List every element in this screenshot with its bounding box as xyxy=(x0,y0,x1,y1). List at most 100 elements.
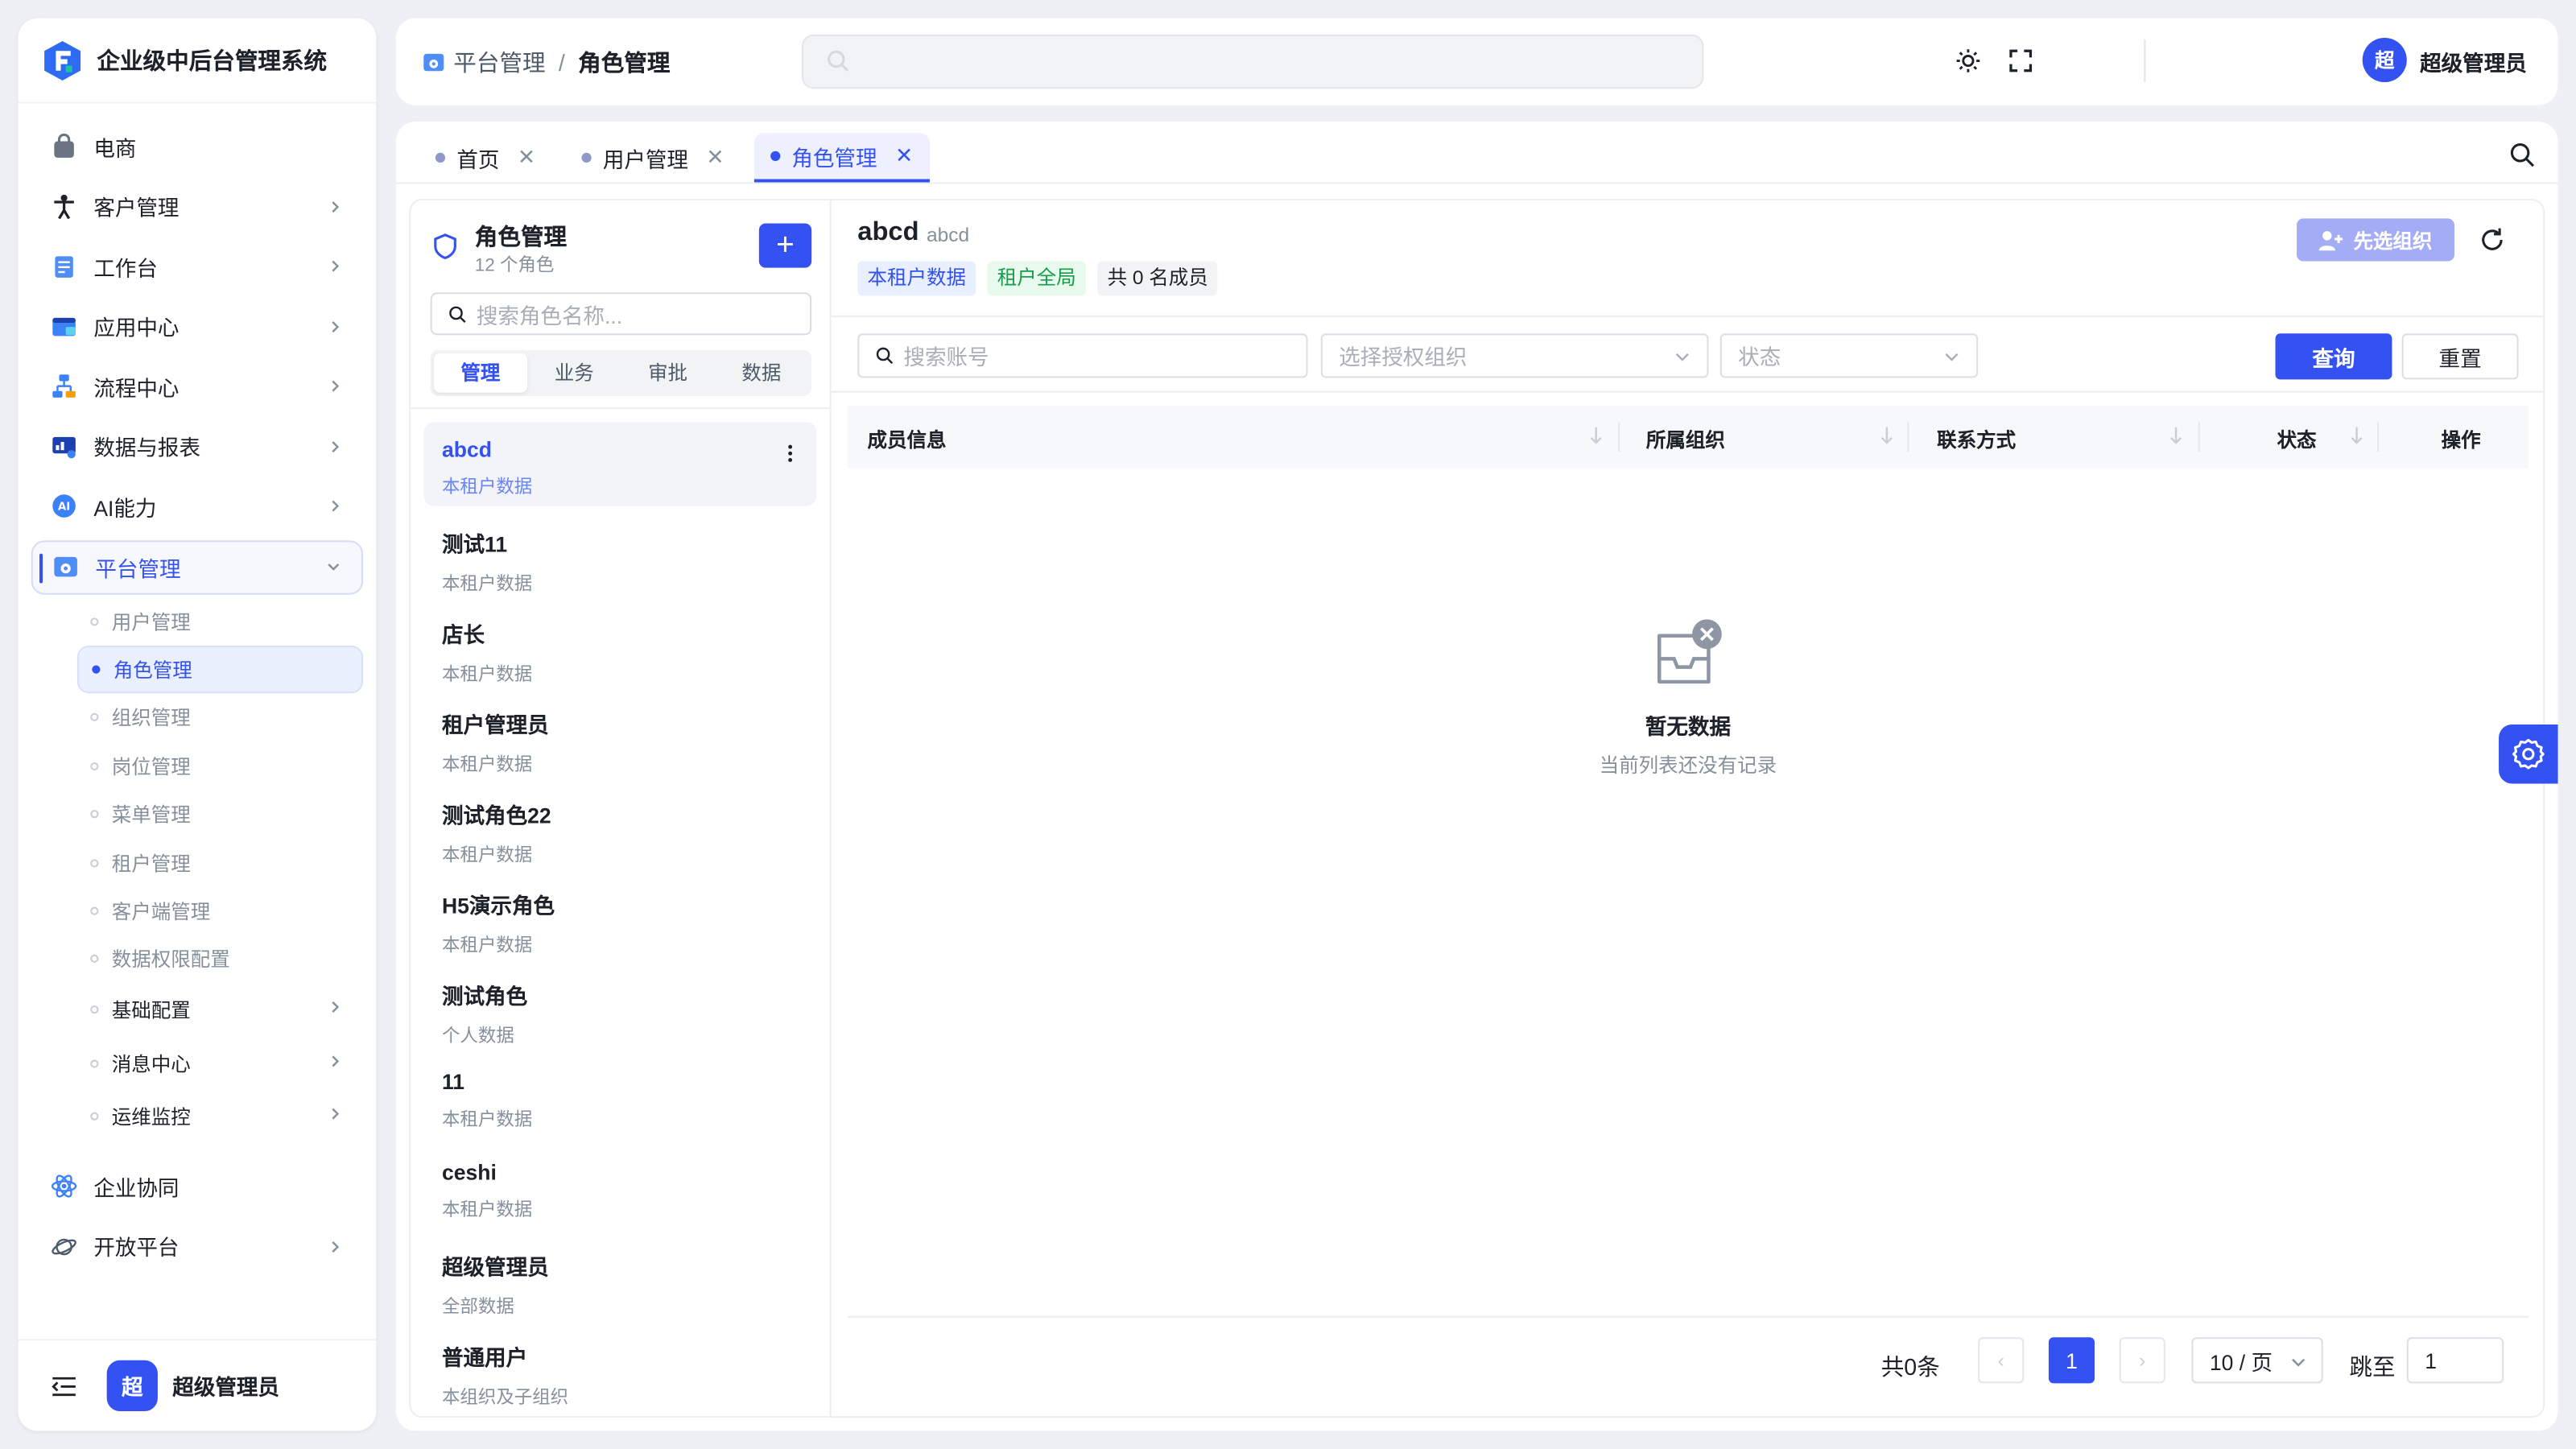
submenu-item-posts[interactable]: 岗位管理 xyxy=(77,742,363,791)
avatar[interactable]: 超 xyxy=(2362,37,2407,83)
role-list-item[interactable]: abcd 本租户数据 xyxy=(423,422,817,506)
page-size-select[interactable]: 10 / 页 xyxy=(2191,1337,2323,1384)
column-divider xyxy=(1907,422,1909,452)
submenu-item-data-permissions[interactable]: 数据权限配置 xyxy=(77,935,363,984)
logo[interactable]: 企业级中后台管理系统 xyxy=(18,18,377,104)
role-list-panel: 角色管理 12 个角色 + 搜索角色名称... 管理 业务 审批 数据 abcd… xyxy=(409,198,830,1418)
floating-settings-button[interactable] xyxy=(2499,724,2558,784)
role-search-input[interactable]: 搜索角色名称... xyxy=(430,292,812,336)
sort-arrow-icon[interactable] xyxy=(2169,426,2183,445)
segment-approval[interactable]: 审批 xyxy=(621,353,714,393)
column-header-status[interactable]: 状态 xyxy=(2277,426,2317,454)
chevron-right-icon xyxy=(327,438,343,454)
segment-business[interactable]: 业务 xyxy=(527,353,621,393)
role-scope: 本租户数据 xyxy=(441,1200,533,1221)
role-code: abcd xyxy=(927,223,970,247)
segment-manage[interactable]: 管理 xyxy=(433,353,528,393)
submenu-group-basic-config[interactable]: 基础配置 xyxy=(77,984,363,1037)
segment-data[interactable]: 数据 xyxy=(715,353,808,393)
role-list-item[interactable]: 11 本租户数据 xyxy=(424,1055,817,1138)
column-header-contact[interactable]: 联系方式 xyxy=(1937,426,2016,454)
role-list-item[interactable]: 测试角色 个人数据 xyxy=(424,964,817,1048)
tab-dot-icon xyxy=(770,151,781,161)
collapse-menu-icon[interactable] xyxy=(51,1373,77,1399)
select-org-button[interactable]: 先选组织 xyxy=(2297,218,2454,262)
search-icon[interactable] xyxy=(2508,142,2535,168)
submenu-item-tenants[interactable]: 租户管理 xyxy=(77,839,363,887)
jump-page-input[interactable]: 1 xyxy=(2406,1337,2504,1384)
sidebar-item-customers[interactable]: 客户管理 xyxy=(31,176,363,236)
tab-label: 角色管理 xyxy=(791,145,877,171)
submenu-group-messages[interactable]: 消息中心 xyxy=(77,1037,363,1090)
sidebar-item-app-center[interactable]: 应用中心 xyxy=(31,296,363,356)
settings-panel-icon xyxy=(423,52,444,71)
sidebar-item-workflow[interactable]: 流程中心 xyxy=(31,357,363,416)
role-list-item[interactable]: H5演示角色 本租户数据 xyxy=(424,874,817,958)
sidebar-item-ai[interactable]: AI AI能力 xyxy=(31,477,363,536)
status-select[interactable]: 状态 xyxy=(1719,333,1979,378)
chevron-right-icon xyxy=(327,198,343,214)
role-name: ceshi xyxy=(441,1159,497,1185)
submenu-item-roles[interactable]: 角色管理 xyxy=(76,645,364,694)
sort-arrow-icon[interactable] xyxy=(2349,426,2363,445)
account-search-input[interactable]: 搜索账号 xyxy=(857,333,1308,378)
close-icon[interactable]: ✕ xyxy=(895,143,913,170)
close-icon[interactable]: ✕ xyxy=(518,145,535,171)
column-header-member[interactable]: 成员信息 xyxy=(868,426,947,454)
app-window-icon xyxy=(51,313,77,340)
submenu-item-orgs[interactable]: 组织管理 xyxy=(77,694,363,742)
role-list-item[interactable]: ceshi 本租户数据 xyxy=(424,1145,817,1228)
avatar[interactable]: 超 xyxy=(106,1360,158,1412)
org-select[interactable]: 选择授权组织 xyxy=(1320,333,1709,378)
tab-user-management[interactable]: 用户管理 ✕ xyxy=(565,133,741,182)
prev-page-button[interactable]: ‹ xyxy=(1978,1337,2025,1384)
tab-home[interactable]: 首页 ✕ xyxy=(419,133,551,182)
submenu-group-ops-monitor[interactable]: 运维监控 xyxy=(77,1090,363,1143)
sidebar-item-ecommerce[interactable]: 电商 xyxy=(31,117,363,176)
page-number-current[interactable]: 1 xyxy=(2048,1337,2095,1384)
sidebar-item-label: AI能力 xyxy=(93,495,157,521)
role-scope: 本租户数据 xyxy=(441,1110,533,1131)
submenu-item-menus[interactable]: 菜单管理 xyxy=(77,791,363,839)
close-icon[interactable]: ✕ xyxy=(706,145,724,171)
column-divider xyxy=(2198,422,2200,452)
submenu-item-clients[interactable]: 客户端管理 xyxy=(77,887,363,935)
sort-arrow-icon[interactable] xyxy=(1588,426,1603,445)
sidebar-item-label: 平台管理 xyxy=(95,555,181,581)
sidebar-item-platform[interactable]: 平台管理 xyxy=(31,539,364,594)
add-role-button[interactable]: + xyxy=(758,223,812,268)
role-scope: 本租户数据 xyxy=(441,575,533,595)
status-select-placeholder: 状态 xyxy=(1738,345,1781,370)
top-header: 平台管理 / 角色管理 超 超级管理员 xyxy=(395,18,2558,105)
theme-toggle-sun-icon[interactable] xyxy=(1955,47,1982,74)
fullscreen-icon[interactable] xyxy=(2008,47,2034,74)
sidebar-item-workbench[interactable]: 工作台 xyxy=(31,237,363,296)
sidebar-item-open-platform[interactable]: 开放平台 xyxy=(31,1216,363,1276)
app-title: 企业级中后台管理系统 xyxy=(97,47,328,73)
submenu-item-users[interactable]: 用户管理 xyxy=(77,597,363,646)
role-list-item[interactable]: 测试11 本租户数据 xyxy=(424,513,817,597)
member-table: 成员信息 所属组织 联系方式 状态 操作 暂无数据 当前列表还没有记录 xyxy=(848,406,2529,777)
query-button[interactable]: 查询 xyxy=(2275,333,2392,380)
role-list-item[interactable]: 普通用户 本组织及子组织 xyxy=(424,1326,817,1410)
reset-button[interactable]: 重置 xyxy=(2401,333,2519,380)
sidebar-item-data-reports[interactable]: 数据与报表 xyxy=(31,416,363,476)
breadcrumb-item[interactable]: 平台管理 xyxy=(453,45,545,78)
next-page-button[interactable]: › xyxy=(2119,1337,2165,1384)
role-list-item[interactable]: 租户管理员 本租户数据 xyxy=(424,693,817,777)
user-name[interactable]: 超级管理员 xyxy=(2420,46,2527,77)
column-header-org[interactable]: 所属组织 xyxy=(1646,426,1725,454)
role-list-item[interactable]: 超级管理员 全部数据 xyxy=(424,1236,817,1319)
global-search-input[interactable] xyxy=(801,34,1704,89)
refresh-icon[interactable] xyxy=(2479,227,2506,254)
submenu-item-label: 客户端管理 xyxy=(111,900,211,924)
planet-icon xyxy=(51,1233,77,1260)
role-title: abcd xyxy=(857,218,919,247)
sort-arrow-icon[interactable] xyxy=(1880,426,1894,445)
tab-role-management[interactable]: 角色管理 ✕ xyxy=(753,133,930,183)
select-org-label: 先选组织 xyxy=(2353,229,2433,253)
sidebar-item-collaboration[interactable]: 企业协同 xyxy=(31,1157,363,1216)
more-vertical-icon[interactable] xyxy=(787,444,794,463)
role-list-item[interactable]: 店长 本租户数据 xyxy=(424,603,817,687)
role-list-item[interactable]: 测试角色22 本租户数据 xyxy=(424,783,817,867)
